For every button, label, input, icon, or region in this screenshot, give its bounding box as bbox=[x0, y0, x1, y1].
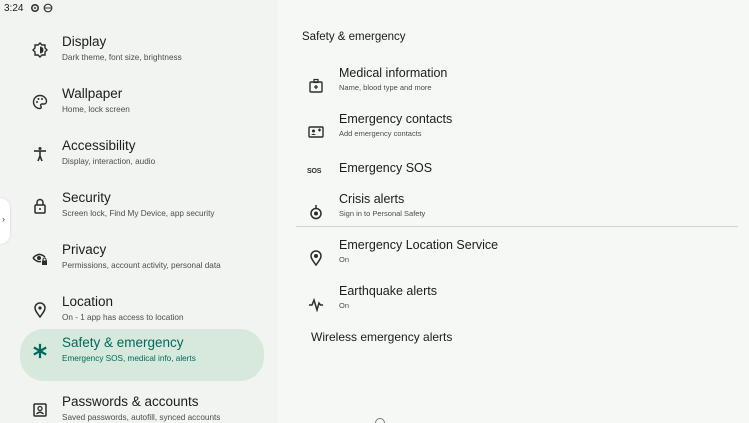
sidebar-item-title: Accessibility bbox=[62, 138, 136, 153]
edge-handle[interactable]: › bbox=[0, 198, 10, 244]
sidebar-item-wallpaper[interactable]: Wallpaper Home, lock screen bbox=[20, 80, 264, 132]
item-title: Emergency Location Service bbox=[339, 238, 499, 252]
sidebar-item-title: Display bbox=[62, 34, 107, 49]
sos-icon: SOS bbox=[307, 168, 322, 175]
sidebar-item-security[interactable]: Security Screen lock, Find My Device, ap… bbox=[20, 184, 264, 236]
item-title: Earthquake alerts bbox=[339, 284, 437, 298]
sidebar-item-subtitle: Home, lock screen bbox=[62, 105, 130, 114]
sidebar-item-title: Security bbox=[62, 190, 111, 205]
sidebar-item-subtitle: Permissions, account activity, personal … bbox=[62, 261, 221, 270]
sidebar-item-passwords-accounts[interactable]: Passwords & accounts Saved passwords, au… bbox=[20, 388, 264, 423]
section-divider bbox=[296, 226, 738, 227]
sidebar-item-accessibility[interactable]: Accessibility Display, interaction, audi… bbox=[20, 132, 264, 184]
item-subtitle: Sign in to Personal Safety bbox=[339, 209, 426, 218]
gear-icon bbox=[30, 3, 40, 13]
sidebar-item-title: Location bbox=[62, 294, 114, 309]
sidebar-item-subtitle: Saved passwords, autofill, synced accoun… bbox=[62, 413, 221, 422]
detail-pane: Safety & emergency Medical information N… bbox=[278, 0, 749, 423]
settings-sidebar: Display Dark theme, font size, brightnes… bbox=[0, 18, 278, 423]
sidebar-item-subtitle: On - 1 app has access to location bbox=[62, 313, 184, 322]
item-subtitle: On bbox=[339, 255, 350, 264]
chevron-right-icon: › bbox=[2, 214, 5, 224]
emergency-contacts-item[interactable]: Emergency contacts Add emergency contact… bbox=[296, 112, 736, 156]
item-title: Emergency SOS bbox=[339, 161, 433, 175]
display-icon bbox=[32, 42, 48, 58]
earthquake-alerts-item[interactable]: Earthquake alerts On bbox=[296, 284, 736, 328]
sidebar-item-privacy[interactable]: Privacy Permissions, account activity, p… bbox=[20, 236, 264, 288]
location-target-icon bbox=[310, 250, 322, 266]
item-title: Emergency contacts bbox=[339, 112, 453, 126]
item-subtitle: Add emergency contacts bbox=[339, 129, 422, 138]
lock-icon bbox=[34, 198, 46, 214]
sidebar-item-subtitle: Dark theme, font size, brightness bbox=[62, 53, 182, 62]
wireless-emergency-alerts-item[interactable]: Wireless emergency alerts bbox=[311, 330, 452, 344]
accessibility-icon bbox=[34, 147, 46, 162]
page-title: Safety & emergency bbox=[302, 31, 406, 43]
eye-lock-icon bbox=[32, 253, 47, 265]
sidebar-item-subtitle: Display, interaction, audio bbox=[62, 157, 156, 166]
item-title: Medical information bbox=[339, 66, 448, 80]
palette-icon bbox=[32, 94, 48, 110]
item-subtitle: On bbox=[339, 301, 350, 310]
sidebar-item-title: Privacy bbox=[62, 242, 107, 257]
vpn-icon bbox=[43, 3, 53, 13]
seismograph-icon bbox=[309, 297, 323, 312]
sidebar-item-subtitle: Screen lock, Find My Device, app securit… bbox=[62, 209, 215, 218]
item-title: Crisis alerts bbox=[339, 192, 405, 206]
account-box-icon bbox=[33, 403, 47, 417]
crisis-alerts-item[interactable]: Crisis alerts Sign in to Personal Safety bbox=[296, 192, 736, 236]
medical-information-item[interactable]: Medical information Name, blood type and… bbox=[296, 66, 736, 110]
sidebar-item-title: Safety & emergency bbox=[62, 335, 184, 350]
sidebar-item-safety-emergency[interactable]: Safety & emergency Emergency SOS, medica… bbox=[20, 329, 264, 381]
location-pin-icon bbox=[34, 302, 46, 318]
medical-id-icon bbox=[309, 78, 323, 93]
asterisk-icon bbox=[33, 343, 47, 359]
crisis-alert-icon bbox=[310, 205, 322, 220]
sidebar-item-subtitle: Emergency SOS, medical info, alerts bbox=[62, 354, 196, 363]
emergency-location-service-item[interactable]: Emergency Location Service On bbox=[296, 238, 736, 282]
scroll-indicator bbox=[375, 418, 385, 423]
item-subtitle: Name, blood type and more bbox=[339, 83, 432, 92]
sidebar-item-title: Passwords & accounts bbox=[62, 394, 199, 409]
sidebar-item-title: Wallpaper bbox=[62, 86, 123, 101]
contact-card-icon bbox=[308, 126, 324, 138]
emergency-sos-item[interactable]: SOS Emergency SOS bbox=[296, 153, 736, 197]
sidebar-item-display[interactable]: Display Dark theme, font size, brightnes… bbox=[20, 28, 264, 80]
status-time: 3:24 bbox=[4, 3, 24, 14]
